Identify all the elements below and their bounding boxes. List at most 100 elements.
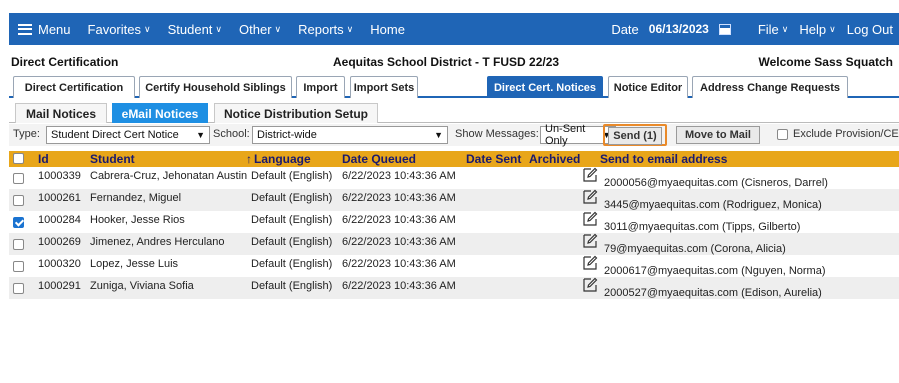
cell-id: 1000261 — [38, 192, 81, 204]
cell-date-queued: 6/22/2023 10:43:36 AM — [342, 236, 456, 248]
page-title: Direct Certification — [11, 55, 119, 69]
cell-date-queued: 6/22/2023 10:43:36 AM — [342, 192, 456, 204]
cell-student: Lopez, Jesse Luis — [90, 258, 179, 270]
row-checkbox[interactable] — [13, 283, 24, 294]
top-nav-right: Date 06/13/2023 File ∨ Help ∨ Log Out — [611, 22, 893, 37]
nav-file-label: File — [757, 21, 779, 37]
table-row[interactable]: 1000320 Lopez, Jesse Luis Default (Engli… — [9, 255, 899, 277]
chevron-down-icon: ∨ — [215, 23, 223, 34]
exclude-provision-label: Exclude Provision/CEP — [793, 128, 899, 140]
filter-bar: Type: Student Direct Cert Notice ▼ School… — [9, 123, 899, 147]
col-id[interactable]: Id — [38, 152, 49, 166]
hamburger-icon — [18, 23, 32, 35]
table-row[interactable]: 1000339 Cabrera-Cruz, Jehonatan Austin D… — [9, 167, 899, 189]
send-button[interactable]: Send (1) — [608, 127, 662, 145]
cell-student: Zuniga, Viviana Sofia — [90, 280, 194, 292]
cell-id: 1000284 — [38, 214, 81, 226]
exclude-provision-checkbox[interactable] — [777, 129, 788, 140]
col-date-queued[interactable]: Date Queued — [342, 152, 416, 166]
row-checkbox[interactable] — [13, 217, 24, 228]
chevron-down-icon: ∨ — [781, 23, 789, 34]
nav-home[interactable]: Home — [370, 22, 405, 37]
menu-label: Menu — [38, 21, 71, 37]
cell-language: Default (English) — [251, 170, 333, 182]
edit-icon[interactable] — [582, 189, 598, 205]
chevron-down-icon: ∨ — [274, 23, 282, 34]
main-tabs: Direct Certification Certify Household S… — [9, 76, 899, 98]
dropdown-arrow-icon: ▼ — [196, 130, 205, 140]
title-bar: Direct Certification Aequitas School Dis… — [9, 52, 899, 72]
cell-language: Default (English) — [251, 214, 333, 226]
nav-logout[interactable]: Log Out — [847, 22, 893, 37]
col-language[interactable]: Language — [254, 152, 311, 166]
tab-direct-certification[interactable]: Direct Certification — [13, 76, 135, 98]
nav-reports[interactable]: Reports ∨ — [298, 22, 353, 37]
tab-certify-household-siblings[interactable]: Certify Household Siblings — [139, 76, 292, 98]
select-all-checkbox[interactable] — [13, 153, 24, 164]
row-checkbox[interactable] — [13, 195, 24, 206]
tab-mail-notices[interactable]: Mail Notices — [15, 103, 107, 123]
nav-file[interactable]: File ∨ — [758, 22, 789, 37]
tab-notice-editor[interactable]: Notice Editor — [608, 76, 688, 98]
nav-student[interactable]: Student ∨ — [168, 22, 222, 37]
tab-import-sets[interactable]: Import Sets — [350, 76, 418, 98]
tab-email-notices[interactable]: eMail Notices — [112, 103, 208, 123]
tab-notice-distribution-setup[interactable]: Notice Distribution Setup — [214, 103, 378, 123]
move-to-mail-button[interactable]: Move to Mail — [676, 126, 760, 144]
cell-student: Hooker, Jesse Rios — [90, 214, 185, 226]
cell-language: Default (English) — [251, 192, 333, 204]
show-messages-label: Show Messages: — [455, 128, 539, 140]
table-row[interactable]: 1000291 Zuniga, Viviana Sofia Default (E… — [9, 277, 899, 299]
type-select[interactable]: Student Direct Cert Notice ▼ — [46, 126, 210, 144]
cell-date-queued: 6/22/2023 10:43:36 AM — [342, 214, 456, 226]
school-select[interactable]: District-wide ▼ — [252, 126, 448, 144]
edit-icon[interactable] — [582, 255, 598, 271]
district-title: Aequitas School District - T FUSD 22/23 — [333, 55, 560, 69]
col-date-sent[interactable]: Date Sent — [466, 152, 521, 166]
tab-import[interactable]: Import — [296, 76, 345, 98]
school-select-value: District-wide — [257, 129, 317, 141]
table-row[interactable]: 1000284 Hooker, Jesse Rios Default (Engl… — [9, 211, 899, 233]
cell-email: 3011@myaequitas.com (Tipps, Gilberto) — [604, 221, 801, 233]
date-value[interactable]: 06/13/2023 — [649, 22, 709, 36]
menu-button[interactable]: Menu — [18, 22, 71, 37]
edit-icon[interactable] — [582, 277, 598, 293]
top-nav-bar: Menu Favorites ∨ Student ∨ Other ∨ Reports ∨… — [9, 13, 899, 45]
type-select-value: Student Direct Cert Notice — [51, 129, 179, 141]
col-send-to-email[interactable]: Send to email address — [600, 152, 727, 166]
row-checkbox[interactable] — [13, 173, 24, 184]
row-checkbox[interactable] — [13, 239, 24, 250]
tab-direct-cert-notices[interactable]: Direct Cert. Notices — [487, 76, 603, 98]
grid-header: Id Student ↑ Language Date Queued Date S… — [9, 151, 899, 167]
cell-student: Jimenez, Andres Herculano — [90, 236, 225, 248]
notice-tabs: Mail Notices eMail Notices Notice Distri… — [9, 103, 899, 123]
edit-icon[interactable] — [582, 211, 598, 227]
cell-language: Default (English) — [251, 280, 333, 292]
nav-help-label: Help — [799, 21, 827, 37]
cell-id: 1000269 — [38, 236, 81, 248]
table-row[interactable]: 1000269 Jimenez, Andres Herculano Defaul… — [9, 233, 899, 255]
nav-help[interactable]: Help ∨ — [799, 22, 835, 37]
chevron-down-icon: ∨ — [829, 23, 836, 34]
cell-email: 2000056@myaequitas.com (Cisneros, Darrel… — [604, 177, 828, 189]
tab-address-change-requests[interactable]: Address Change Requests — [692, 76, 848, 98]
cell-date-queued: 6/22/2023 10:43:36 AM — [342, 280, 456, 292]
chevron-down-icon: ∨ — [346, 23, 354, 34]
table-row[interactable]: 1000261 Fernandez, Miguel Default (Engli… — [9, 189, 899, 211]
edit-icon[interactable] — [582, 233, 598, 249]
cell-id: 1000291 — [38, 280, 81, 292]
row-checkbox[interactable] — [13, 261, 24, 272]
sort-arrow-icon: ↑ — [246, 152, 252, 166]
cell-email: 2000527@myaequitas.com (Edison, Aurelia) — [604, 287, 822, 299]
nav-student-label: Student — [167, 21, 213, 37]
nav-other[interactable]: Other ∨ — [239, 22, 281, 37]
calendar-icon[interactable] — [718, 23, 731, 35]
chevron-down-icon: ∨ — [144, 23, 151, 34]
welcome-text: Welcome Sass Squatch — [758, 55, 894, 69]
col-archived[interactable]: Archived — [529, 152, 580, 166]
nav-favorites[interactable]: Favorites ∨ — [88, 22, 151, 37]
dropdown-arrow-icon: ▼ — [434, 130, 443, 140]
edit-icon[interactable] — [582, 167, 598, 183]
col-student[interactable]: Student — [90, 152, 135, 166]
school-label: School: — [213, 128, 250, 140]
